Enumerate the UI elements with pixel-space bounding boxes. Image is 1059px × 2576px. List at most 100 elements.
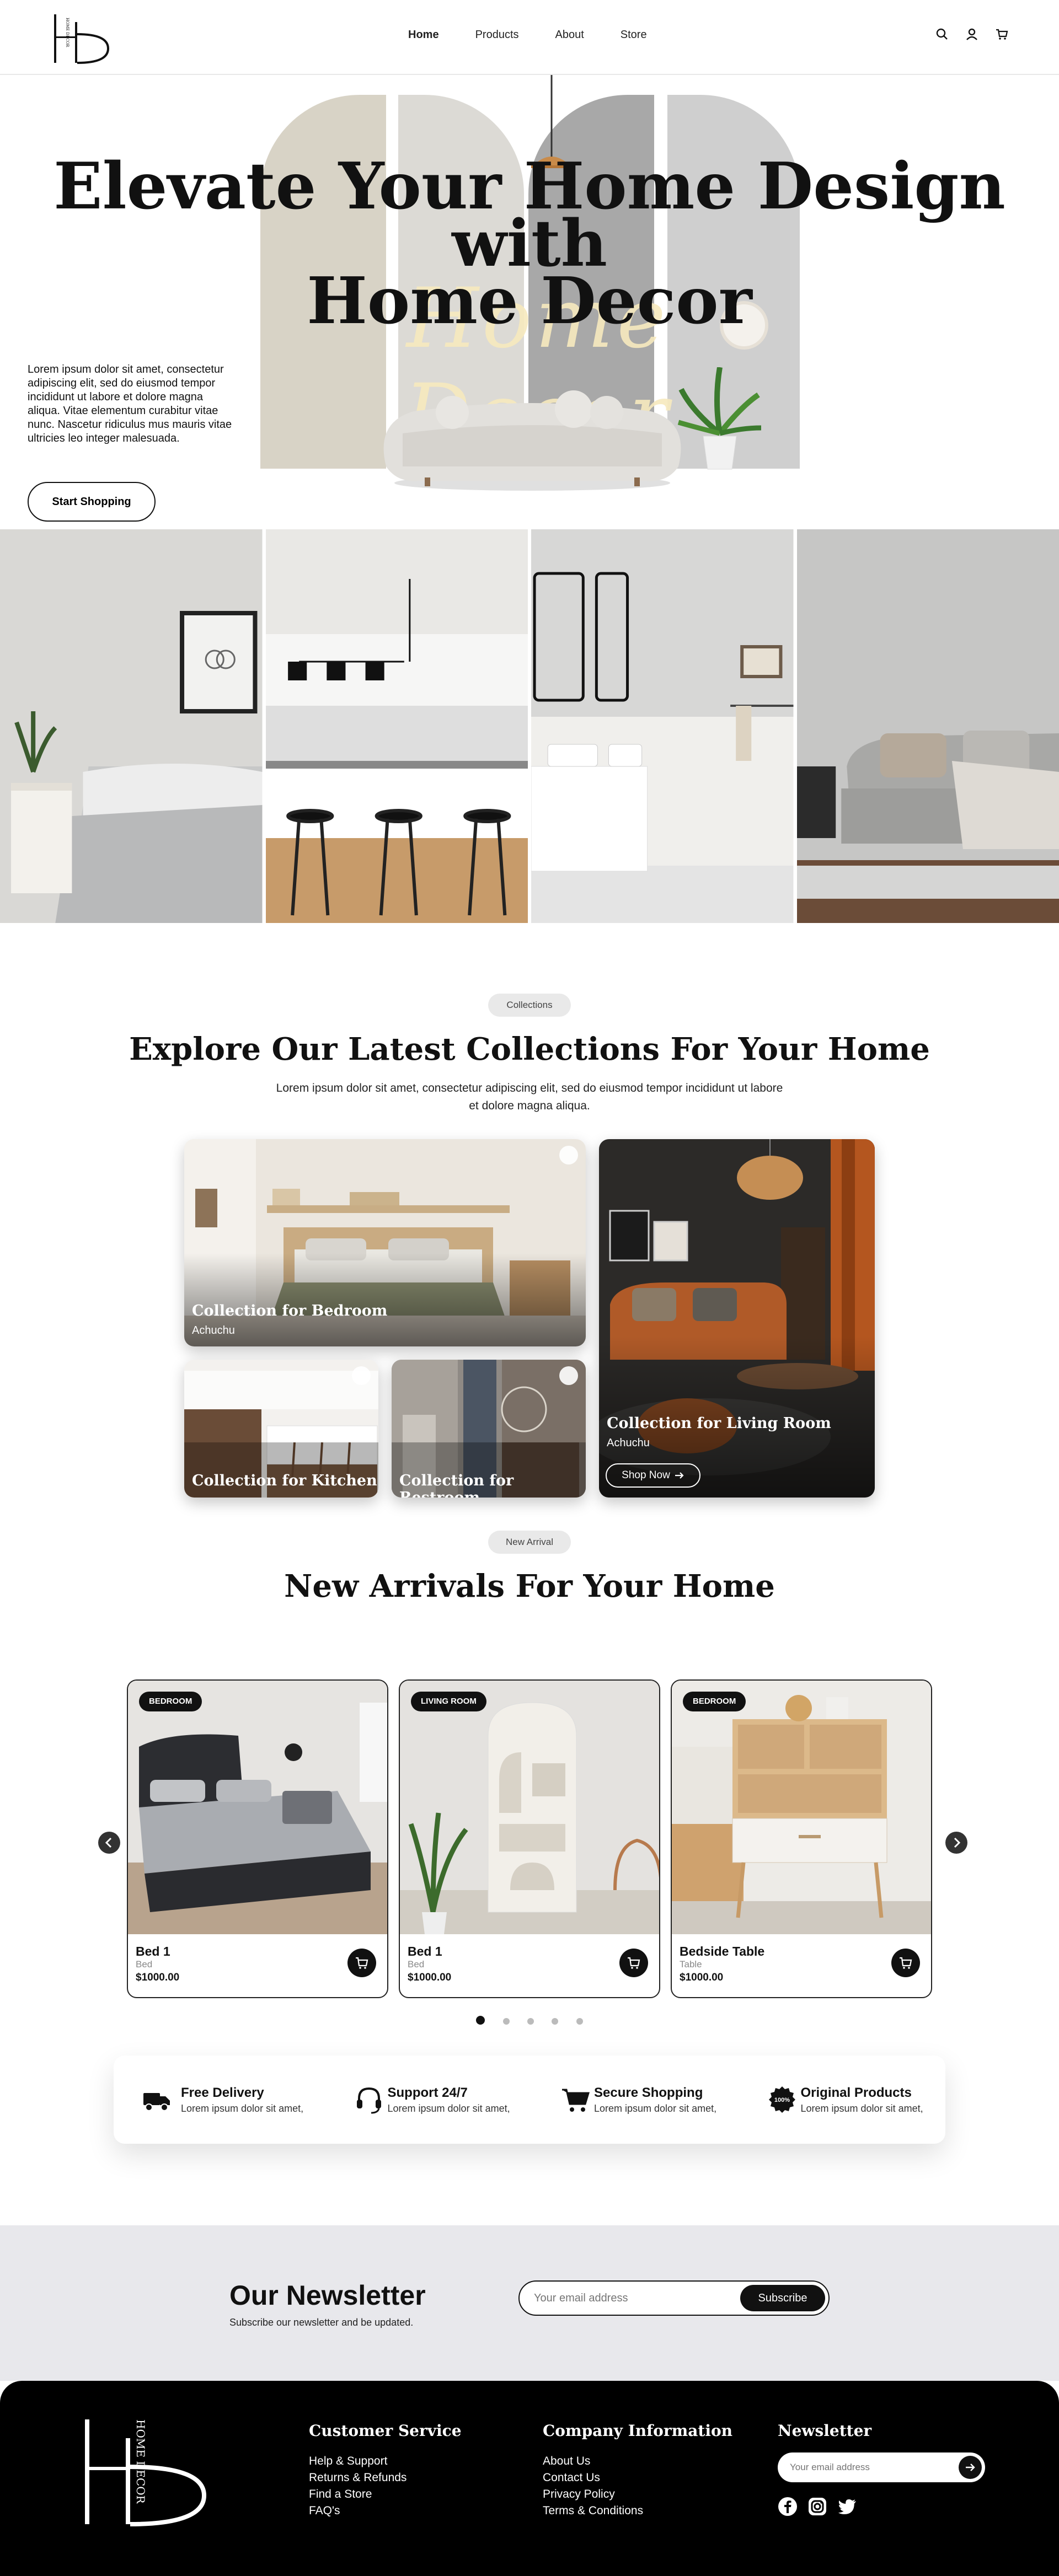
shop-now-button[interactable]: Shop Now <box>606 1463 700 1488</box>
feature-desc: Lorem ipsum dolor sit amet, <box>594 2103 739 2115</box>
footer-link[interactable]: Terms & Conditions <box>543 2503 732 2519</box>
arrow-up-right-icon[interactable] <box>559 1366 578 1385</box>
newsletter-section: Our Newsletter Subscribe our newsletter … <box>0 2225 1059 2381</box>
carousel-dot[interactable] <box>576 2018 583 2025</box>
feature-item: Secure Shopping Lorem ipsum dolor sit am… <box>532 2056 739 2144</box>
brand-logo[interactable]: HOME DECOR <box>51 12 111 65</box>
product-card[interactable]: BEDROOM Bedside Table Table $1000.00 <box>671 1679 932 1998</box>
new-arrivals-title: New Arrivals For Your Home <box>0 1568 1059 1604</box>
collection-card-kitchen[interactable]: Collection for Kitchen <box>184 1360 378 1498</box>
features-section: Free Delivery Lorem ipsum dolor sit amet… <box>0 2038 1059 2225</box>
arrow-up-right-icon[interactable] <box>352 1366 371 1385</box>
product-card[interactable]: BEDROOM Bed 1 Bed $1000.00 <box>127 1679 388 1998</box>
product-badge: BEDROOM <box>139 1692 202 1711</box>
room-image-bathroom <box>531 529 794 923</box>
footer-email-input[interactable] <box>790 2459 944 2476</box>
room-image-kitchen <box>266 529 528 923</box>
nav-products[interactable]: Products <box>475 29 519 41</box>
collection-card-restroom[interactable]: Collection for Restroom <box>392 1360 586 1498</box>
product-price: $1000.00 <box>680 1972 723 1984</box>
newsletter-form: Subscribe <box>518 2280 830 2316</box>
footer-newsletter: Newsletter <box>778 2422 871 2453</box>
footer-link[interactable]: FAQ's <box>309 2503 462 2519</box>
collection-title-bedroom: Collection for Bedroom <box>192 1302 387 1319</box>
product-category: Bed <box>136 1959 152 1970</box>
carousel-dots <box>0 2016 1059 2027</box>
twitter-icon[interactable] <box>837 2497 857 2516</box>
collections-section: Collections Explore Our Latest Collectio… <box>0 923 1059 1507</box>
collection-title-living-room: Collection for Living Room <box>607 1415 831 1432</box>
feature-desc: Lorem ipsum dolor sit amet, <box>801 2103 946 2115</box>
add-to-cart-button[interactable] <box>891 1949 920 1977</box>
carousel-next-button[interactable] <box>945 1832 967 1854</box>
product-card[interactable]: LIVING ROOM Bed 1 Bed $1000.00 <box>399 1679 660 1998</box>
site-header: HOME DECOR Home Products About Store <box>0 0 1059 75</box>
feature-title: Secure Shopping <box>594 2085 739 2101</box>
collection-card-bedroom[interactable]: Collection for Bedroom Achuchu <box>184 1139 586 1346</box>
room-gallery <box>0 529 1059 923</box>
facebook-icon[interactable] <box>778 2497 798 2516</box>
newsletter-email-input[interactable] <box>534 2289 732 2307</box>
sofa-image <box>370 373 695 494</box>
carousel-dot[interactable] <box>527 2018 534 2025</box>
nav-about[interactable]: About <box>555 29 584 41</box>
svg-text:100%: 100% <box>774 2097 789 2103</box>
collection-card-living-room[interactable]: Collection for Living Room Achuchu Shop … <box>599 1139 875 1498</box>
footer-link[interactable]: Find a Store <box>309 2486 462 2503</box>
chevron-right-icon <box>945 1832 967 1854</box>
product-name: Bed 1 <box>136 1944 170 1959</box>
cart-icon <box>347 1949 376 1977</box>
arrow-up-right-icon[interactable] <box>559 1146 578 1164</box>
plant-image <box>676 367 764 477</box>
footer-link[interactable]: Contact Us <box>543 2470 732 2486</box>
product-badge: LIVING ROOM <box>411 1692 486 1711</box>
add-to-cart-button[interactable] <box>619 1949 648 1977</box>
hero-title-line-2: Home Decor <box>307 264 752 339</box>
footer-link[interactable]: Privacy Policy <box>543 2486 732 2503</box>
footer-logo-text: HOME DECOR <box>134 2419 147 2504</box>
start-shopping-button[interactable]: Start Shopping <box>28 482 156 522</box>
main-nav: Home Products About Store <box>408 29 683 41</box>
footer-newsletter-form <box>778 2452 985 2482</box>
feature-item: Support 24/7 Lorem ipsum dolor sit amet, <box>326 2056 533 2144</box>
feature-item: Free Delivery Lorem ipsum dolor sit amet… <box>114 2056 326 2144</box>
user-icon[interactable] <box>965 28 978 41</box>
hero-section: Home Decor Elevate Your Home Design with… <box>0 75 1059 529</box>
truck-icon <box>141 2084 172 2115</box>
site-footer: HOME DECOR Customer Service Help & Suppo… <box>0 2381 1059 2576</box>
carousel-prev-button[interactable] <box>98 1832 120 1854</box>
product-image <box>400 1681 659 1934</box>
product-category: Table <box>680 1959 702 1970</box>
add-to-cart-button[interactable] <box>347 1949 376 1977</box>
footer-link[interactable]: Help & Support <box>309 2453 462 2470</box>
nav-store[interactable]: Store <box>621 29 647 41</box>
footer-logo[interactable]: HOME DECOR <box>83 2416 210 2535</box>
footer-company-info: Company Information About Us Contact Us … <box>543 2422 732 2519</box>
footer-subscribe-button[interactable] <box>959 2456 982 2479</box>
headset-icon <box>354 2084 384 2115</box>
collection-sub-bedroom: Achuchu <box>192 1324 235 1337</box>
carousel-dot[interactable] <box>476 2016 485 2025</box>
product-name: Bedside Table <box>680 1944 764 1959</box>
newsletter-subtitle: Subscribe our newsletter and be updated. <box>229 2317 413 2328</box>
product-image <box>672 1681 931 1934</box>
hero-title-line-1: Elevate Your Home Design with <box>54 149 1005 281</box>
product-carousel: BEDROOM Bed 1 Bed $1000.00 <box>127 1679 932 1998</box>
collections-pill: Collections <box>488 994 571 1017</box>
footer-col-title: Newsletter <box>778 2422 871 2440</box>
footer-customer-service: Customer Service Help & Support Returns … <box>309 2422 462 2519</box>
arrow-right-icon <box>959 2456 982 2479</box>
footer-link[interactable]: Returns & Refunds <box>309 2470 462 2486</box>
subscribe-button[interactable]: Subscribe <box>740 2285 825 2311</box>
footer-link[interactable]: About Us <box>543 2453 732 2470</box>
instagram-icon[interactable] <box>807 2497 827 2516</box>
search-icon[interactable] <box>935 28 949 41</box>
arrow-right-icon <box>675 1472 684 1479</box>
cart-icon[interactable] <box>995 28 1008 41</box>
hero-description: Lorem ipsum dolor sit amet, consectetur … <box>28 363 238 446</box>
nav-home[interactable]: Home <box>408 29 439 41</box>
carousel-dot[interactable] <box>552 2018 558 2025</box>
carousel-dot[interactable] <box>503 2018 510 2025</box>
new-arrivals-section: New Arrival New Arrivals For Your Home <box>0 1531 1059 2038</box>
collection-sub-living-room: Achuchu <box>607 1437 650 1450</box>
